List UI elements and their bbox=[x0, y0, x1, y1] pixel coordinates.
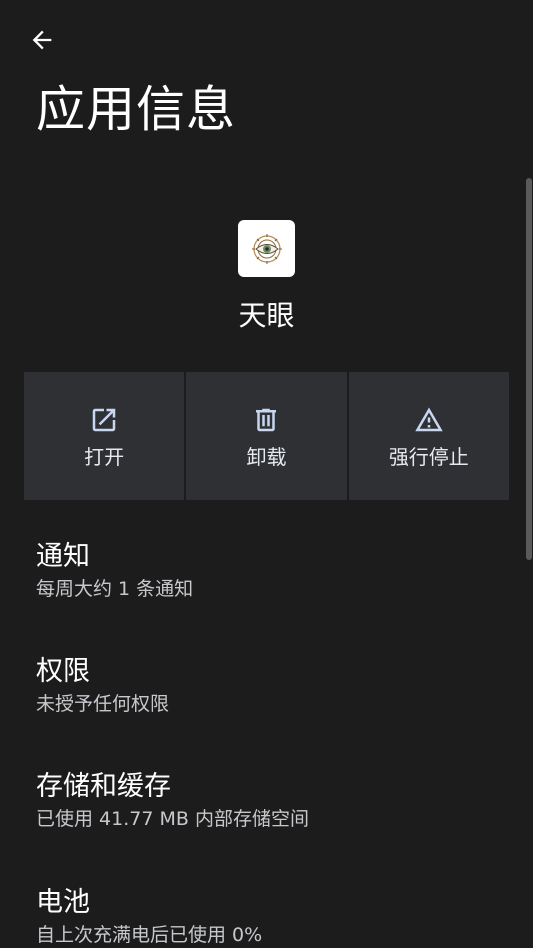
trash-icon bbox=[251, 405, 281, 435]
open-external-icon bbox=[89, 405, 119, 435]
settings-item-permissions[interactable]: 权限 未授予任何权限 bbox=[36, 654, 509, 718]
settings-item-title: 通知 bbox=[36, 541, 90, 572]
uninstall-button-label: 卸载 bbox=[246, 445, 287, 469]
settings-item-title: 存储和缓存 bbox=[36, 771, 171, 802]
back-button[interactable] bbox=[22, 22, 62, 62]
page-title: 应用信息 bbox=[36, 81, 237, 138]
settings-item-subtitle: 自上次充满电后已使用 0% bbox=[36, 924, 263, 946]
settings-item-subtitle: 已使用 41.77 MB 内部存储空间 bbox=[36, 808, 309, 830]
scrollbar[interactable] bbox=[526, 178, 532, 560]
settings-item-storage[interactable]: 存储和缓存 已使用 41.77 MB 内部存储空间 bbox=[36, 769, 509, 833]
settings-item-battery[interactable]: 电池 自上次充满电后已使用 0% bbox=[36, 885, 509, 948]
open-button-label: 打开 bbox=[84, 445, 125, 469]
app-icon bbox=[238, 220, 295, 277]
force-stop-button-label: 强行停止 bbox=[388, 445, 469, 469]
warning-icon bbox=[414, 405, 444, 435]
settings-item-notifications[interactable]: 通知 每周大约 1 条通知 bbox=[36, 539, 509, 603]
settings-item-title: 电池 bbox=[36, 887, 90, 918]
settings-item-title: 权限 bbox=[36, 656, 90, 687]
settings-item-subtitle: 每周大约 1 条通知 bbox=[36, 578, 194, 600]
uninstall-button[interactable]: 卸载 bbox=[186, 372, 347, 500]
settings-item-subtitle: 未授予任何权限 bbox=[36, 693, 170, 715]
open-button[interactable]: 打开 bbox=[24, 372, 185, 500]
action-buttons: 打开 卸载 强行停止 bbox=[24, 372, 509, 500]
app-name: 天眼 bbox=[238, 299, 295, 332]
eye-logo-icon bbox=[251, 233, 282, 264]
force-stop-button[interactable]: 强行停止 bbox=[348, 372, 509, 500]
arrow-back-icon bbox=[28, 26, 56, 58]
app-info-screen: 应用信息 天眼 打开 卸载 强行停止 通知 每周大约 1 条通知 权限 未授予任… bbox=[0, 0, 533, 948]
